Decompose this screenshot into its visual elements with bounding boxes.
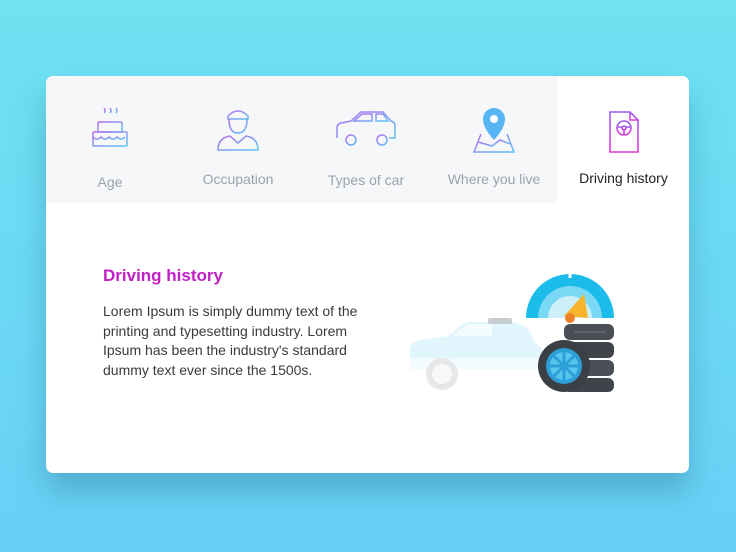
panel-description: Lorem Ipsum is simply dummy text of the … [103,303,358,378]
speedometer-icon [526,268,614,323]
tab-occupation[interactable]: Occupation [174,76,302,203]
car-icon [410,318,550,390]
tab-driving-history-label: Driving history [579,170,668,186]
tab-occupation-label: Occupation [202,171,274,187]
car-outline-icon [302,104,430,160]
insurance-card: Age Occupation Types of car Where you li… [46,76,689,473]
tab-where-you-live-label: Where you live [447,171,541,187]
tab-age[interactable]: Age [46,76,174,203]
tires-stack-icon [538,324,614,392]
tab-driving-history[interactable]: Driving history [558,76,689,203]
tab-types-of-car[interactable]: Types of car [302,76,430,203]
map-pin-icon [430,104,558,160]
tab-age-label: Age [97,174,123,190]
document-steering-wheel-icon [558,110,689,166]
car-speedometer-tires-illustration [408,262,628,398]
category-tabs: Age Occupation Types of car Where you li… [46,76,689,203]
tab-where-you-live[interactable]: Where you live [430,76,558,203]
person-cap-icon [174,104,302,160]
birthday-cake-icon [46,104,174,160]
tab-types-of-car-label: Types of car [327,172,405,188]
panel-title: Driving history [103,266,223,285]
